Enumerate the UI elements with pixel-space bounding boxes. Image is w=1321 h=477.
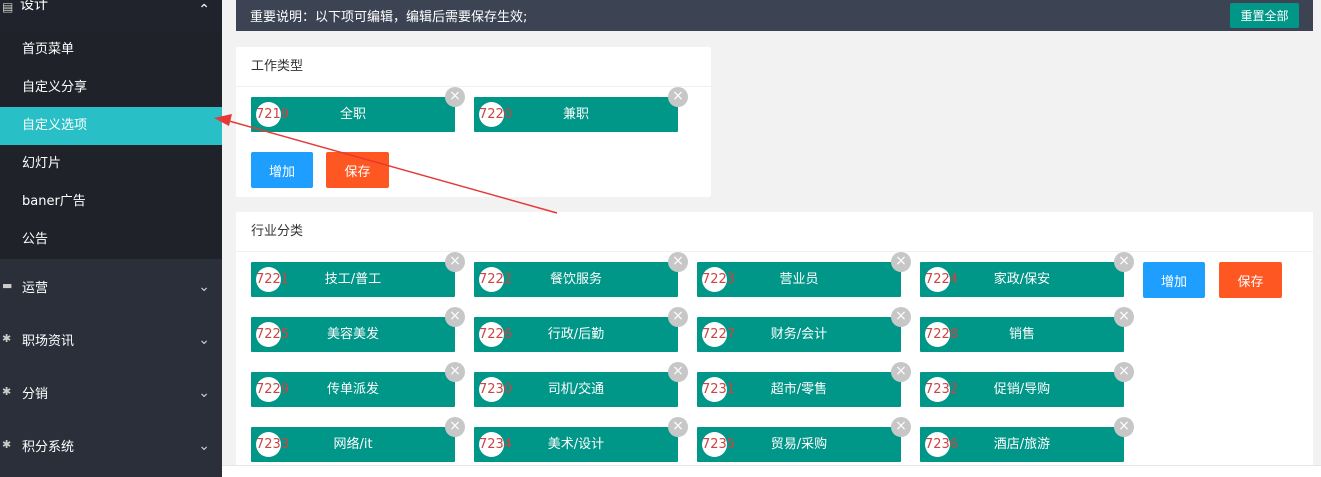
option-label: 酒店/旅游 [993,437,1051,452]
gear-icon: ✱ [2,332,12,345]
chat-icon: ▬ [2,279,13,292]
sidebar-item-home-menu[interactable]: 首页菜单 [0,31,222,69]
sidebar-group-label: 职场资讯 [22,334,75,349]
save-button[interactable]: 保存 [1219,262,1282,298]
option-label: 美术/设计 [547,437,605,452]
option-tag[interactable]: 7230 司机/交通 × [474,362,688,407]
option-tag[interactable]: 7225 美容美发 × [251,307,465,352]
option-label: 促销/导购 [993,382,1051,397]
sidebar-item-announcement[interactable]: 公告 [0,221,222,259]
option-tag[interactable]: 7222 餐饮服务 × [474,252,688,297]
close-icon[interactable]: × [445,252,465,272]
option-tag[interactable]: 7234 美术/设计 × [474,417,688,462]
close-icon[interactable]: × [1114,252,1134,272]
option-tag[interactable]: 7224 家政/保安 × [920,252,1134,297]
chevron-up-icon: ⌃ [198,2,210,18]
sidebar-item-custom-share[interactable]: 自定义分享 [0,69,222,107]
chevron-down-icon: ⌄ [198,279,210,295]
sidebar-item-banner[interactable]: baner广告 [0,183,222,221]
option-label: 兼职 [562,107,589,122]
chevron-down-icon: ⌄ [198,385,210,401]
sidebar-group-operations[interactable]: ▬ 运营 ⌄ [0,259,222,312]
option-label: 销售 [1008,327,1035,342]
close-icon[interactable]: × [668,307,688,327]
option-tag[interactable]: 7227 财务/会计 × [697,307,911,352]
gear-icon: ✱ [2,385,12,398]
option-tag[interactable]: 7221 技工/普工 × [251,252,465,297]
close-icon[interactable]: × [1114,362,1134,382]
option-tag[interactable]: 7233 网络/it × [251,417,465,462]
option-label: 传单派发 [326,382,379,397]
close-icon[interactable]: × [1114,417,1134,437]
work-type-card: 工作类型 7219 全职 × 7220 兼职 × 增加 保存 [236,47,711,197]
close-icon[interactable]: × [668,362,688,382]
option-label: 网络/it [333,437,373,452]
close-icon[interactable]: × [891,252,911,272]
gear-icon: ✱ [2,438,12,451]
sidebar-group-distribution[interactable]: ✱ 分销 ⌄ [0,365,222,418]
option-label: 美容美发 [326,327,379,342]
option-tag[interactable]: 7235 贸易/采购 × [697,417,911,462]
chevron-down-icon: ⌄ [198,438,210,454]
close-icon[interactable]: × [1114,307,1134,327]
option-label: 餐饮服务 [549,272,602,287]
close-icon[interactable]: × [891,417,911,437]
option-label: 司机/交通 [547,382,605,397]
card-title: 工作类型 [236,47,711,87]
footer-strip [222,465,1321,477]
close-icon[interactable]: × [445,87,465,107]
option-tag[interactable]: 7228 销售 × [920,307,1134,352]
option-tag[interactable]: 7232 促销/导购 × [920,362,1134,407]
sidebar-submenu: 首页菜单 自定义分享 自定义选项 幻灯片 baner广告 公告 [0,31,222,259]
option-tag[interactable]: 7231 超市/零售 × [697,362,911,407]
close-icon[interactable]: × [668,417,688,437]
sidebar-group-label: 分销 [22,387,49,402]
sidebar-group-points[interactable]: ✱ 积分系统 ⌄ [0,418,222,471]
option-label: 行政/后勤 [547,327,605,342]
close-icon[interactable]: × [445,362,465,382]
close-icon[interactable]: × [891,362,911,382]
option-tag[interactable]: 7220 兼职 × [474,87,688,132]
option-label: 全职 [339,107,366,122]
sidebar: ▤ 设计 ⌃ 首页菜单 自定义分享 自定义选项 幻灯片 baner广告 公告 ▬… [0,0,222,477]
close-icon[interactable]: × [445,417,465,437]
option-label: 贸易/采购 [770,437,828,452]
option-label: 营业员 [779,272,819,287]
option-label: 家政/保安 [993,272,1051,287]
sidebar-item-custom-options[interactable]: 自定义选项 [0,107,222,145]
option-tag[interactable]: 7223 营业员 × [697,252,911,297]
chevron-down-icon: ⌄ [198,332,210,348]
card-title: 行业分类 [236,212,1313,252]
close-icon[interactable]: × [668,87,688,107]
add-button[interactable]: 增加 [251,152,313,188]
industry-card: 行业分类 7221 技工/普工 × 7222 餐饮服务 × 7223 营业员 × 7224 家政/保… [236,212,1313,472]
notice-bar: 重要说明：以下项可编辑，编辑后需要保存生效; 重置全部 [236,0,1313,31]
sidebar-group-career-news[interactable]: ✱ 职场资讯 ⌄ [0,312,222,365]
option-label: 技工/普工 [324,272,382,287]
option-tag[interactable]: 7229 传单派发 × [251,362,465,407]
save-button[interactable]: 保存 [326,152,389,188]
sidebar-item-slideshow[interactable]: 幻灯片 [0,145,222,183]
option-tag[interactable]: 7219 全职 × [251,87,465,132]
close-icon[interactable]: × [891,307,911,327]
option-tag[interactable]: 7226 行政/后勤 × [474,307,688,352]
layout-icon: ▤ [2,0,14,14]
notice-text: 重要说明：以下项可编辑，编辑后需要保存生效; [250,10,528,25]
add-button[interactable]: 增加 [1143,262,1205,298]
option-label: 财务/会计 [770,327,828,342]
close-icon[interactable]: × [668,252,688,272]
sidebar-group-label: 运营 [22,281,49,296]
close-icon[interactable]: × [445,307,465,327]
option-label: 超市/零售 [770,382,828,397]
sidebar-group-label: 设计 [20,0,48,13]
reset-all-button[interactable]: 重置全部 [1230,3,1299,28]
option-tag[interactable]: 7236 酒店/旅游 × [920,417,1134,462]
sidebar-group-design[interactable]: ▤ 设计 ⌃ [0,0,222,31]
sidebar-group-label: 积分系统 [22,440,75,455]
